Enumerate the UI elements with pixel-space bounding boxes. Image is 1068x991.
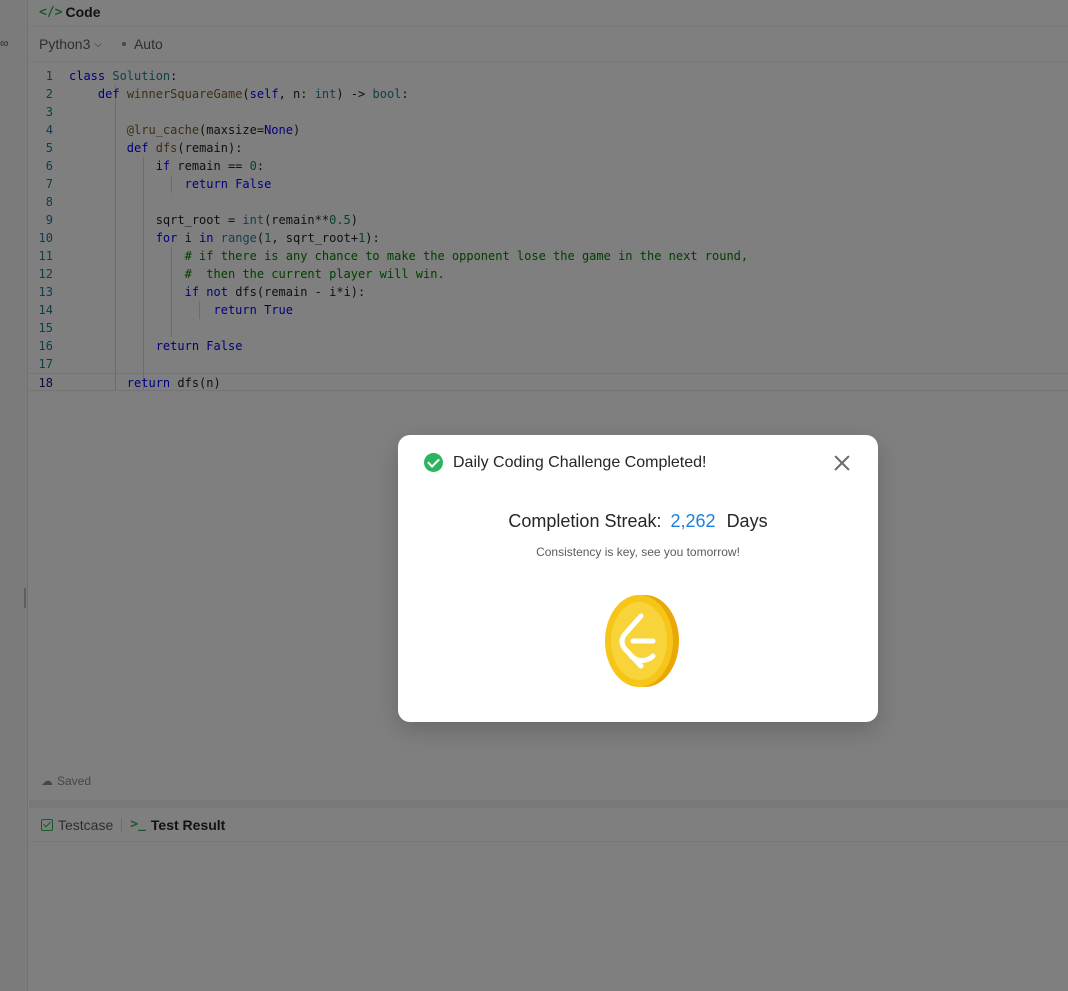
completion-modal: Daily Coding Challenge Completed! Comple…	[398, 435, 878, 722]
modal-title: Daily Coding Challenge Completed!	[453, 453, 707, 471]
coin-icon	[605, 595, 679, 687]
completion-streak: Completion Streak: 2,262 Days	[398, 511, 878, 532]
check-circle-icon	[424, 453, 443, 472]
streak-unit: Days	[726, 511, 768, 531]
close-icon[interactable]	[832, 453, 852, 473]
streak-value: 2,262	[670, 511, 716, 531]
modal-header: Daily Coding Challenge Completed!	[424, 453, 706, 472]
streak-label: Completion Streak:	[508, 511, 662, 531]
modal-tagline: Consistency is key, see you tomorrow!	[536, 545, 740, 559]
